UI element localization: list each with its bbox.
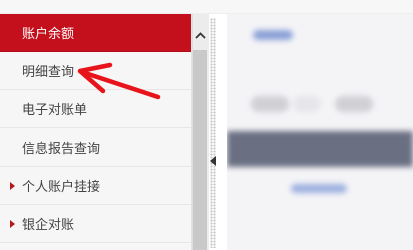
sidebar-item-label: 明细查询 — [22, 65, 75, 80]
sidebar-item-label: 信息报告查询 — [22, 142, 101, 157]
blurred-field — [251, 96, 289, 112]
blurred-field — [293, 96, 321, 112]
triangle-right-icon — [10, 181, 15, 190]
sidebar-item-personal-account-link[interactable]: 个人账户挂接 — [0, 167, 191, 205]
scroll-up-button[interactable] — [192, 22, 209, 48]
sidebar-item-label: 账户余额 — [22, 27, 75, 42]
sidebar: 账户余额 明细查询 电子对账单 信息报告查询 个人账户挂接 银企对账 — [0, 14, 192, 250]
blurred-link — [253, 30, 293, 40]
top-bar — [0, 0, 413, 14]
blurred-header-bar — [227, 131, 413, 167]
sidebar-item-account-balance[interactable]: 账户余额 — [0, 14, 191, 52]
blurred-field — [335, 96, 373, 112]
blurred-link — [291, 184, 347, 193]
sidebar-item-label: 个人账户挂接 — [22, 180, 101, 195]
sidebar-item-info-report-query[interactable]: 信息报告查询 — [0, 129, 191, 167]
sidebar-item-label: 电子对账单 — [22, 103, 88, 118]
main-content — [227, 14, 413, 250]
splitter-grip — [210, 18, 216, 248]
triangle-left-icon[interactable] — [210, 156, 216, 166]
scrollbar-thumb[interactable] — [193, 50, 207, 250]
sidebar-item-detail-query[interactable]: 明细查询 — [0, 52, 191, 90]
sidebar-item-label: 银企对账 — [22, 218, 75, 233]
sidebar-item-bank-reconciliation[interactable]: 银企对账 — [0, 205, 191, 243]
chevron-up-icon — [195, 31, 206, 39]
sidebar-item-electronic-statement[interactable]: 电子对账单 — [0, 90, 191, 128]
triangle-right-icon — [10, 219, 15, 228]
